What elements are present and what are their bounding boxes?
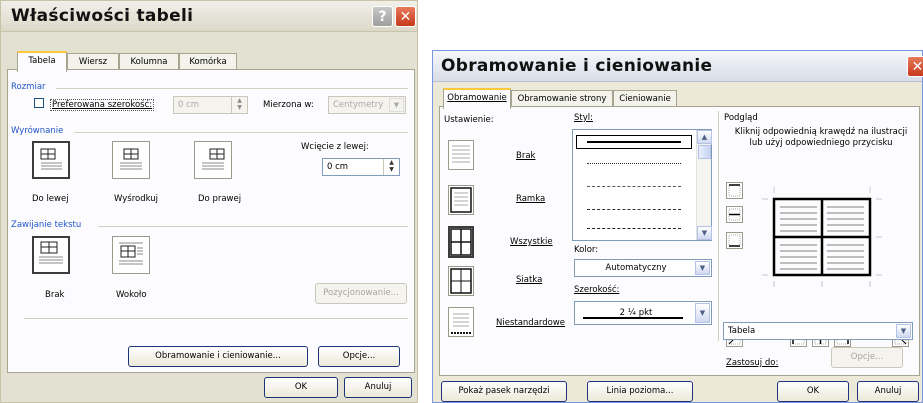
chevron-down-icon: ▼ <box>695 303 710 323</box>
setting-none-label: Brak <box>516 151 536 161</box>
setting-none-icon <box>452 145 470 163</box>
group-zawijanie: Zawijanie tekstu <box>11 220 82 230</box>
close-button[interactable]: ✕ <box>395 6 416 27</box>
horizontal-line-button[interactable]: Linia pozioma... <box>587 381 693 402</box>
ok-button[interactable]: OK <box>264 377 338 398</box>
align-center-label: Wyśrodkuj <box>114 194 159 204</box>
style-scrollbar[interactable]: ▲ ▼ <box>696 130 712 240</box>
indent-spinner[interactable]: ▲ ▼ <box>383 159 399 175</box>
ok-button[interactable]: OK <box>777 381 849 402</box>
title-bar: Obramowanie i cieniowanie ✕ <box>433 51 923 82</box>
color-dropdown[interactable]: Automatyczny ▼ <box>574 259 712 277</box>
positioning-button[interactable]: Pozycjonowanie... <box>315 283 407 304</box>
dialog-title: Obramowanie i cieniowanie <box>441 56 713 76</box>
apply-to-dropdown[interactable]: Tabela ▼ <box>723 322 913 340</box>
scroll-thumb[interactable] <box>698 145 711 159</box>
style-label: Styl: <box>574 113 593 123</box>
style-item-dashed[interactable] <box>587 209 681 210</box>
preferred-width-field[interactable]: 0 cm ▲ ▼ <box>173 96 248 114</box>
chevron-down-icon: ▼ <box>896 324 911 338</box>
border-inner-horizontal-icon <box>728 208 741 221</box>
border-bottom-icon <box>728 234 741 247</box>
align-left-icon <box>40 148 62 170</box>
title-bar: Właściwości tabeli ? ✕ <box>1 1 417 32</box>
indent-field[interactable]: 0 cm ▲ ▼ <box>322 158 400 176</box>
borders-shading-dialog: Obramowanie i cieniowanie ✕ Obramowanie … <box>432 50 923 403</box>
apply-to-label: Zastosuj do: <box>726 358 779 368</box>
options-button[interactable]: Opcje... <box>318 346 400 367</box>
table-properties-dialog: Właściwości tabeli ? ✕ Tabela Wiersz Kol… <box>0 0 418 403</box>
measure-label: Mierzona w: <box>263 100 314 110</box>
wrap-around-icon <box>119 242 143 265</box>
wrap-none-option[interactable] <box>32 236 70 274</box>
style-item-dotted[interactable] <box>587 163 681 164</box>
show-toolbar-button[interactable]: Pokaż pasek narzędzi <box>441 381 567 402</box>
preferred-width-checkbox[interactable] <box>34 98 44 108</box>
setting-grid-label: Siatka <box>516 275 543 285</box>
options-button[interactable]: Opcje... <box>831 347 903 368</box>
setting-box-label: Ramka <box>516 194 546 204</box>
align-left-label: Do lewej <box>32 194 69 204</box>
setting-all-option[interactable] <box>448 226 474 258</box>
align-center-icon <box>120 148 142 170</box>
wrap-around-label: Wokoło <box>116 290 147 300</box>
preferred-width-spinner[interactable]: ▲ ▼ <box>231 97 247 113</box>
setting-all-label: Wszystkie <box>510 237 553 247</box>
chevron-down-icon: ▼ <box>695 261 710 275</box>
width-dropdown[interactable]: 2 ¼ pkt ▼ <box>574 301 712 325</box>
cancel-button[interactable]: Anuluj <box>344 377 412 398</box>
close-button[interactable]: ✕ <box>907 56 923 77</box>
table-preview <box>762 187 882 287</box>
setting-box-icon <box>450 187 472 213</box>
setting-custom-icon <box>451 313 471 334</box>
style-list[interactable]: ▲ ▼ <box>572 129 712 241</box>
align-left-option[interactable] <box>32 141 70 179</box>
scroll-up-button[interactable]: ▲ <box>697 130 712 144</box>
align-right-label: Do prawej <box>198 194 242 204</box>
style-item-solid[interactable] <box>576 135 692 149</box>
preview-diagram[interactable] <box>762 187 882 287</box>
width-label: Szerokość: <box>574 285 620 295</box>
preview-label: Podgląd <box>724 113 758 123</box>
chevron-down-icon: ▼ <box>389 98 404 112</box>
setting-all-icon <box>450 228 472 256</box>
align-right-option[interactable] <box>194 141 232 179</box>
wrap-none-label: Brak <box>45 290 65 300</box>
border-top-icon <box>728 184 741 197</box>
dialog-title: Właściwości tabeli <box>11 6 194 26</box>
group-rozmiar: Rozmiar <box>11 82 46 92</box>
inner-horizontal-button[interactable] <box>726 206 743 223</box>
wrap-none-icon <box>39 241 63 264</box>
align-center-option[interactable] <box>112 141 150 179</box>
preview-hint: Kliknij odpowiednią krawędź na ilustracj… <box>734 127 908 148</box>
scroll-down-button[interactable]: ▼ <box>697 226 712 240</box>
wrap-around-option[interactable] <box>112 236 150 274</box>
tab-obramowanie[interactable]: Obramowanie <box>443 88 511 109</box>
setting-custom-option[interactable] <box>448 307 474 337</box>
bottom-border-button[interactable] <box>726 232 743 249</box>
setting-none-option[interactable] <box>448 140 474 170</box>
style-item-dash-dot[interactable] <box>587 228 681 229</box>
cancel-button[interactable]: Anuluj <box>857 381 919 402</box>
tab-panel: Rozmiar Preferowana szerokość: 0 cm ▲ ▼ M… <box>7 69 415 373</box>
preferred-width-label: Preferowana szerokość: <box>50 99 155 111</box>
setting-box-option[interactable] <box>448 185 474 215</box>
setting-label: Ustawienie: <box>444 115 494 125</box>
top-border-button[interactable] <box>726 182 743 199</box>
setting-custom-label: Niestandardowe <box>496 318 566 328</box>
style-item-dashed-fine[interactable] <box>587 186 681 187</box>
tab-tabela[interactable]: Tabela <box>17 51 67 72</box>
indent-label: Wcięcie z lewej: <box>301 142 369 152</box>
help-button[interactable]: ? <box>372 6 393 27</box>
setting-grid-option[interactable] <box>448 266 474 296</box>
borders-shading-button[interactable]: Obramowanie i cieniowanie... <box>128 346 308 367</box>
color-label: Kolor: <box>574 245 599 255</box>
setting-grid-icon <box>450 268 472 294</box>
measure-dropdown[interactable]: Centymetry ▼ <box>328 96 406 114</box>
align-right-icon <box>202 148 225 170</box>
group-wyrownanie: Wyrównanie <box>11 126 64 136</box>
